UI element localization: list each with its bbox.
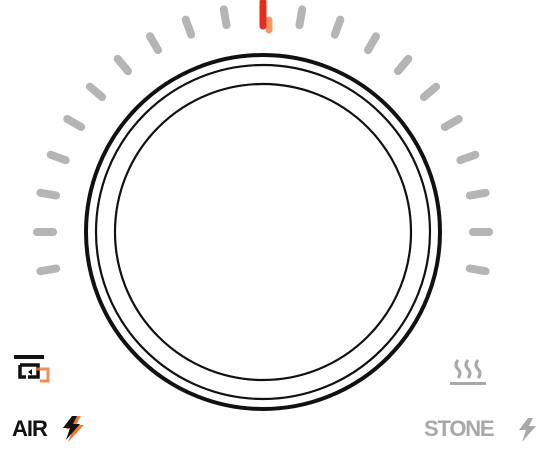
dial-tick: [465, 264, 490, 276]
convection-fan-icon: [14, 355, 50, 383]
dial-tick: [113, 54, 133, 76]
dial-tick: [36, 264, 61, 276]
rotary-knob[interactable]: [84, 53, 442, 411]
dial-tick: [85, 82, 107, 102]
oven-control-panel: AIR STONE: [12, 0, 536, 442]
stone-lightning-bolt-icon: [519, 418, 536, 442]
dial-tick: [456, 150, 480, 165]
dial-tick: [146, 32, 162, 55]
dial-tick: [46, 150, 70, 165]
dial-tick: [393, 54, 413, 76]
dial-tick: [364, 32, 380, 55]
dial-tick: [295, 5, 307, 30]
dial-tick: [63, 115, 86, 131]
radiant-heat-icon: [450, 359, 486, 385]
knob-outer-ring: [84, 53, 442, 411]
dial-tick: [330, 15, 345, 39]
dial-tick: [181, 15, 196, 39]
air-mode-badge[interactable]: AIR: [12, 416, 84, 442]
dial-tick: [465, 188, 490, 200]
stone-mode-label: STONE: [424, 416, 494, 441]
air-mode-label: AIR: [12, 416, 48, 441]
selected-tick-indicator: [259, 0, 273, 34]
dial-tick: [36, 188, 61, 200]
dial-tick: [440, 115, 463, 131]
stone-mode-badge[interactable]: STONE: [424, 416, 536, 442]
air-lightning-bolt-icon: [63, 416, 84, 442]
dial-tick: [419, 82, 441, 102]
dial-tick: [219, 5, 231, 30]
